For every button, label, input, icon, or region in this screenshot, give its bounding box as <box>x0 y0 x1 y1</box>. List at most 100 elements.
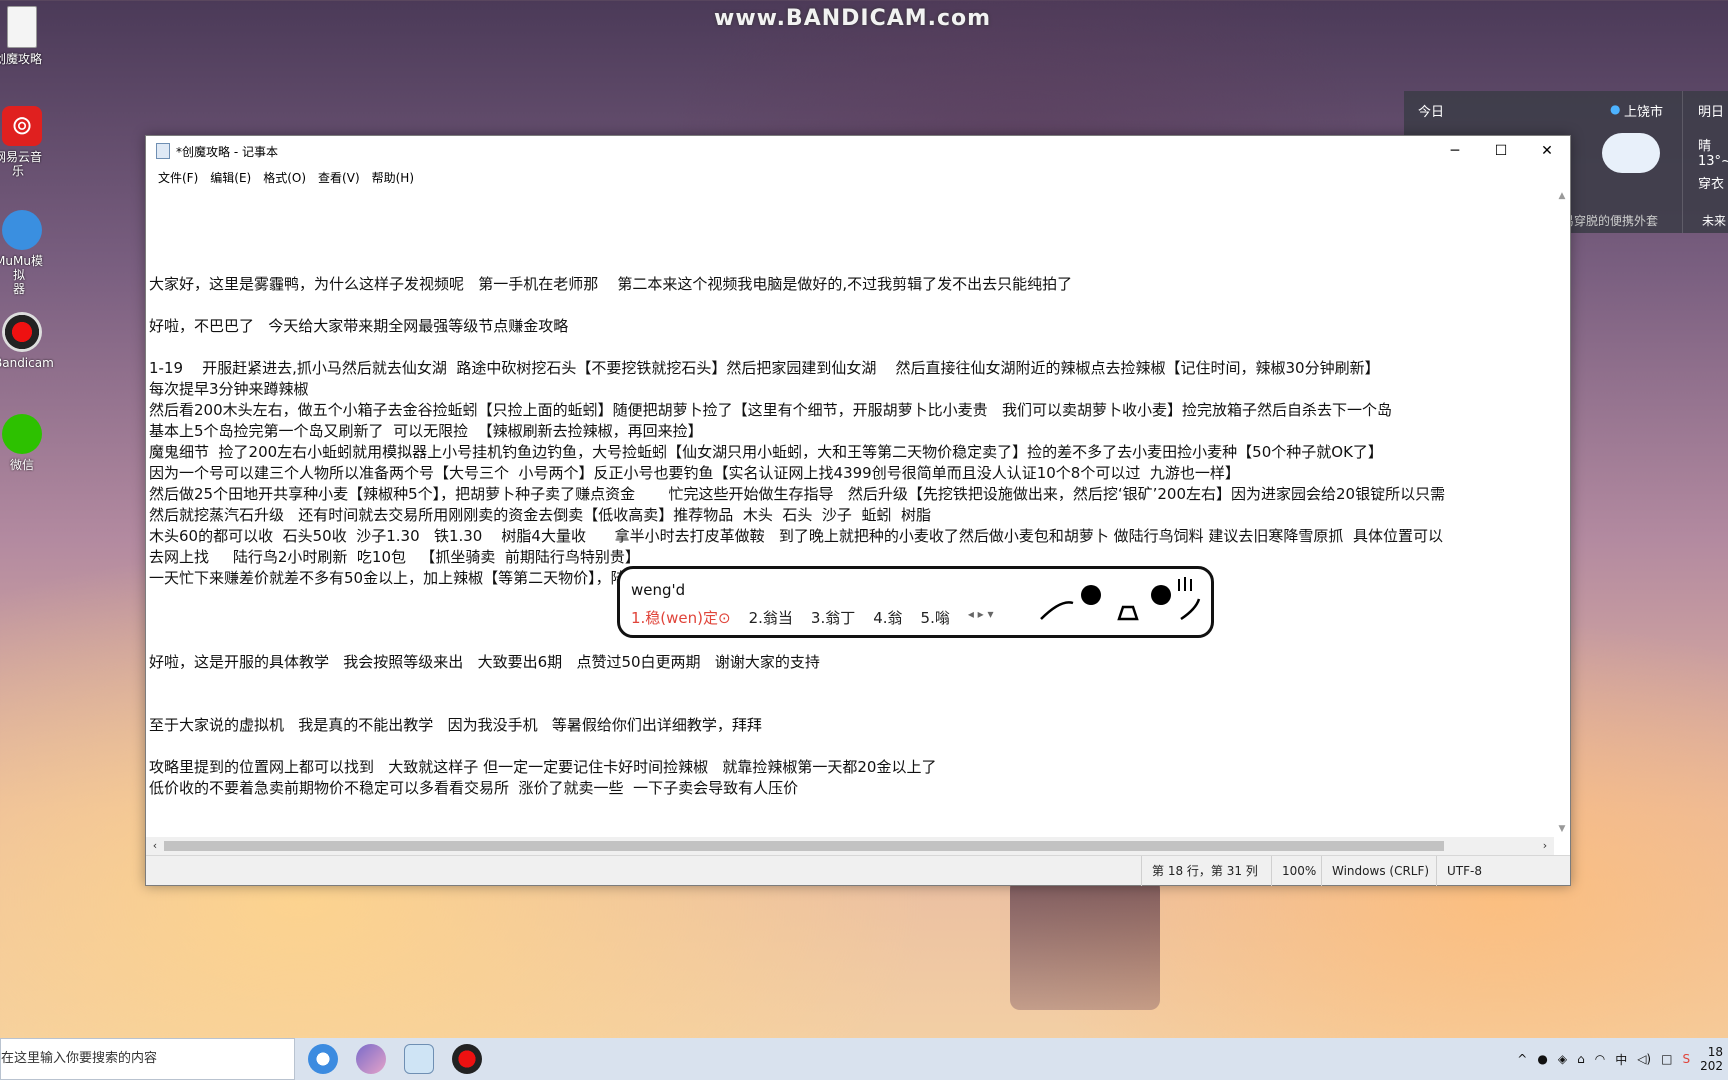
scroll-left-icon[interactable]: ‹ <box>146 837 164 855</box>
rain-cloud-icon <box>1602 133 1660 173</box>
title-bar[interactable]: *创魔攻略 - 记事本 ─ ☐ ✕ <box>146 136 1570 166</box>
tray-antivirus-icon[interactable]: S <box>1682 1052 1690 1066</box>
menu-file[interactable]: 文件(F) <box>152 166 204 188</box>
text-line: 攻略里提到的位置网上都可以找到 大致就这样子 但一定一定要记住卡好时间捡辣椒 就… <box>149 758 937 776</box>
text-line: 魔鬼细节 捡了200左右小蚯蚓就用模拟器上小号挂机钓鱼边钓鱼，大号捡蚯蚓【仙女湖… <box>149 443 1383 461</box>
clock-time: 18 <box>1707 1045 1723 1059</box>
text-line: 去网上找 陆行鸟2小时刷新 吃10包 【抓坐骑卖 前期陆行鸟特别贵】 <box>149 548 640 566</box>
window-title: *创魔攻略 - 记事本 <box>176 145 278 159</box>
ime-candidate[interactable]: 1.稳(wen)定⊙ <box>631 607 731 628</box>
desktop-icon-label: 创魔攻略 <box>0 52 42 66</box>
wechat-icon <box>2 414 42 454</box>
desktop-icon-guide-file[interactable]: 创魔攻略 <box>0 6 44 66</box>
menu-format[interactable]: 格式(O) <box>257 166 312 188</box>
text-line <box>149 736 1554 757</box>
text-line: 每次提早3分钟来蹲辣椒 <box>149 380 309 398</box>
ime-skin-face-icon <box>1040 577 1201 621</box>
ime-candidate-window[interactable]: weng'd 1.稳(wen)定⊙ 2.翁当 3.翁丁 4.翁 5.嗡 ◂ ▸ … <box>617 566 1214 638</box>
text-line <box>149 232 1554 253</box>
weather-today-label: 今日 <box>1418 105 1445 120</box>
tray-ime-indicator[interactable]: 中 <box>1615 1051 1627 1068</box>
text-line: 好啦，不巴巴了 今天给大家带来期全网最强等级节点赚金攻略 <box>149 317 569 335</box>
horizontal-scrollbar[interactable]: ‹ › <box>146 837 1554 855</box>
tray-security-icon[interactable]: ◈ <box>1558 1052 1567 1066</box>
taskbar-bandicam-icon[interactable] <box>452 1044 482 1074</box>
text-line: 然后看200木头左右，做五个小箱子去金谷捡蚯蚓【只捡上面的蚯蚓】随便把胡萝卜捡了… <box>149 401 1392 419</box>
bandicam-icon <box>2 312 42 352</box>
ime-candidate[interactable]: 2.翁当 <box>749 607 793 628</box>
taskbar-app-icon[interactable] <box>308 1044 338 1074</box>
weather-location: 上饶市 <box>1624 105 1664 120</box>
text-line <box>149 253 1554 274</box>
horizontal-scroll-thumb[interactable] <box>164 841 1444 851</box>
text-line <box>149 337 1554 358</box>
line-ending: Windows (CRLF) <box>1321 856 1436 886</box>
tray-expand-icon[interactable]: ^ <box>1517 1052 1527 1066</box>
weather-future-label: 未来 <box>1702 214 1727 228</box>
desktop-icon-wechat[interactable]: 微信 <box>0 414 44 472</box>
text-editor[interactable]: 大家好，这里是雾霾鸭，为什么这样子发视频呢 第一手机在老师那 第二本来这个视频我… <box>146 188 1554 837</box>
ime-candidate[interactable]: 3.翁丁 <box>811 607 855 628</box>
menu-view[interactable]: 查看(V) <box>312 166 366 188</box>
taskbar-app-icon[interactable] <box>356 1044 386 1074</box>
cursor-position: 第 18 行，第 31 列 <box>1141 856 1271 886</box>
text-line: 基本上5个岛捡完第一个岛又刷新了 可以无限捡 【辣椒刷新去捡辣椒，再回来捡】 <box>149 422 703 440</box>
tray-network-icon[interactable]: ⌂ <box>1577 1052 1585 1066</box>
weather-tomorrow-condition: 晴 <box>1698 139 1712 154</box>
menu-bar: 文件(F) 编辑(E) 格式(O) 查看(V) 帮助(H) <box>146 166 1570 188</box>
status-bar: 第 18 行，第 31 列 100% Windows (CRLF) UTF-8 <box>146 855 1570 886</box>
vertical-scrollbar[interactable]: ▲ ▼ <box>1554 188 1570 837</box>
desktop-icon-bandicam[interactable]: Bandicam <box>0 312 54 370</box>
weather-tomorrow-tip: 穿衣 <box>1698 177 1725 192</box>
text-line: 然后做25个田地开共享种小麦【辣椒种5个】，把胡萝卜种子卖了赚点资金 忙完这些开… <box>149 485 1446 503</box>
netease-music-icon: ⊚ <box>2 106 42 146</box>
menu-edit[interactable]: 编辑(E) <box>204 166 257 188</box>
scroll-up-icon[interactable]: ▲ <box>1554 188 1570 204</box>
ime-page-arrows-icon[interactable]: ◂ ▸ ▾ <box>968 607 994 628</box>
text-line <box>149 673 1554 694</box>
encoding: UTF-8 <box>1436 856 1556 886</box>
text-line <box>149 190 1554 211</box>
text-line <box>149 211 1554 232</box>
desktop-icon-label: 微信 <box>9 458 34 472</box>
scroll-down-icon[interactable]: ▼ <box>1554 821 1570 837</box>
tray-volume-icon[interactable]: ◁) <box>1637 1052 1651 1066</box>
notepad-window[interactable]: *创魔攻略 - 记事本 ─ ☐ ✕ 文件(F) 编辑(E) 格式(O) 查看(V… <box>145 135 1571 886</box>
text-line: 大家好，这里是雾霾鸭，为什么这样子发视频呢 第一手机在老师那 第二本来这个视频我… <box>149 275 1073 293</box>
desktop-icon-mumu[interactable]: MuMu模拟 器 <box>0 210 44 296</box>
taskbar-notepad-icon[interactable] <box>404 1044 434 1074</box>
weather-tomorrow-temp: 13°~ <box>1698 154 1728 169</box>
notepad-app-icon <box>156 143 170 159</box>
ime-composition: weng'd <box>631 581 686 599</box>
location-pin-icon: ● <box>1610 102 1621 116</box>
clock-date: 202 <box>1700 1059 1723 1073</box>
weather-tomorrow-label: 明日 <box>1698 105 1725 120</box>
ime-candidate[interactable]: 4.翁 <box>873 607 902 628</box>
tray-wifi-icon[interactable]: ◠ <box>1595 1052 1605 1066</box>
close-button[interactable]: ✕ <box>1524 136 1570 166</box>
mumu-emulator-icon <box>2 210 42 250</box>
system-tray: ^ ● ◈ ⌂ ◠ 中 ◁) □ S 18 202 <box>1512 1038 1728 1080</box>
text-line <box>149 694 1554 715</box>
scroll-right-icon[interactable]: › <box>1536 837 1554 855</box>
tray-app-icon[interactable]: ● <box>1537 1052 1547 1066</box>
maximize-button[interactable]: ☐ <box>1478 136 1524 166</box>
text-line: 因为一个号可以建三个人物所以准备两个号【大号三个 小号两个】反正小号也要钓鱼【实… <box>149 464 1240 482</box>
text-line: 木头60的都可以收 石头50收 沙子1.30 铁1.30 树脂4大量收 拿半小时… <box>149 527 1443 545</box>
text-line: 然后就挖蒸汽石升级 还有时间就去交易所用刚刚卖的资金去倒卖【低收高卖】推荐物品 … <box>149 506 931 524</box>
text-line: 至于大家说的虚拟机 我是真的不能出教学 因为我没手机 等暑假给你们出详细教学，拜… <box>149 716 762 734</box>
weather-advice: 易穿脱的便携外套 <box>1562 214 1659 228</box>
text-line: 好啦，这是开服的具体教学 我会按照等级来出 大致要出6期 点赞过50白更两期 谢… <box>149 653 820 671</box>
desktop-icon-label: Bandicam <box>0 356 54 370</box>
menu-help[interactable]: 帮助(H) <box>366 166 420 188</box>
minimize-button[interactable]: ─ <box>1432 136 1478 166</box>
tray-app-icon[interactable]: □ <box>1661 1052 1672 1066</box>
zoom-level: 100% <box>1271 856 1321 886</box>
text-file-icon <box>7 6 37 48</box>
ime-candidate[interactable]: 5.嗡 <box>921 607 950 628</box>
taskbar: 在这里输入你要搜索的内容 ^ ● ◈ ⌂ ◠ 中 ◁) □ S 18 202 <box>0 1038 1728 1080</box>
desktop-icon-netease-music[interactable]: ⊚ 网易云音乐 <box>0 106 44 178</box>
desktop-icon-label: MuMu模拟 器 <box>0 254 43 296</box>
taskbar-search-box[interactable]: 在这里输入你要搜索的内容 <box>0 1038 295 1080</box>
taskbar-clock[interactable]: 18 202 <box>1700 1045 1723 1073</box>
